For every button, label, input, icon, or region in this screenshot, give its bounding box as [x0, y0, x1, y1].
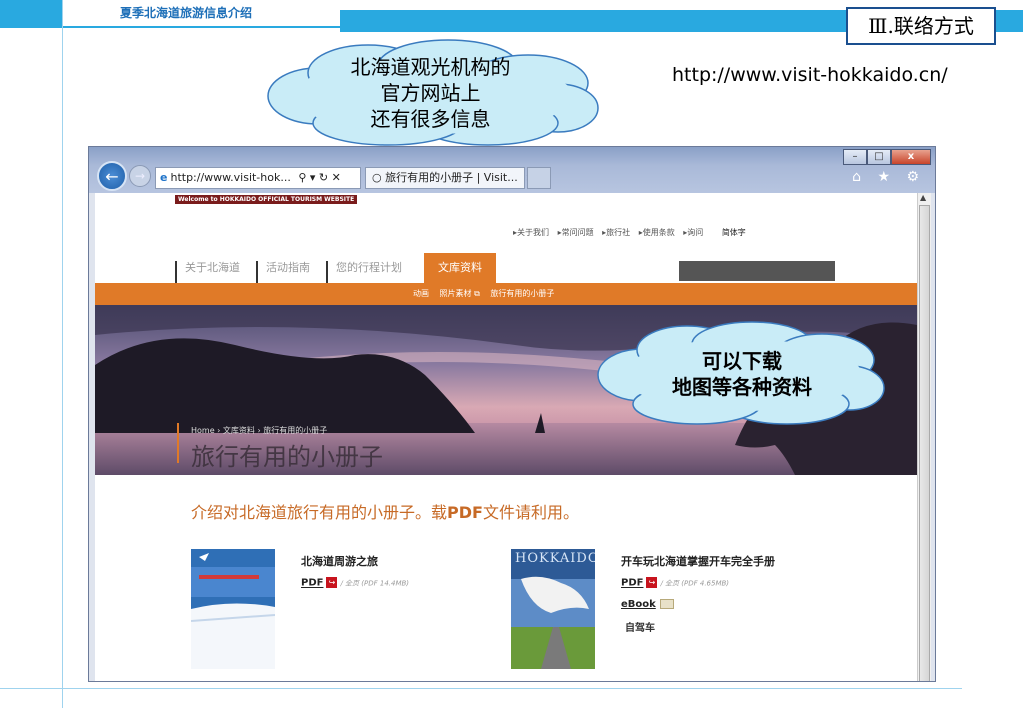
frame-vertical-line — [62, 0, 63, 708]
sub-nav-bar: 动画 照片素材 ⧉ 旅行有用的小册子 — [95, 283, 917, 305]
util-link[interactable]: ▸询问 — [683, 228, 703, 237]
site-search-box[interactable] — [679, 261, 835, 281]
callout-line: 官方网站上 — [380, 81, 481, 105]
intro-text: 介绍对北海道旅行有用的小册子。载PDF文件请利用。 — [191, 499, 579, 523]
minimize-button[interactable]: – — [843, 149, 867, 165]
section-label: Ⅲ.联络方式 — [846, 7, 996, 45]
new-tab-button[interactable] — [527, 167, 551, 189]
booklet-pdf-row: PDF ↪ / 全页 (PDF 4.65MB) — [621, 577, 729, 589]
ie-logo-icon: e — [160, 171, 168, 184]
booklet-item: 北海道周游之旅 PDF ↪ / 全页 (PDF 14.4MB) — [191, 549, 431, 673]
loading-icon: ○ — [372, 171, 386, 184]
address-text: http://www.visit-hok... — [170, 171, 291, 184]
nav-item[interactable]: 关于北海道 — [175, 261, 252, 283]
util-link[interactable]: ▸关于我们 — [513, 228, 549, 237]
sub-nav-item[interactable]: 照片素材 ⧉ — [440, 289, 480, 298]
language-link[interactable]: 简体字 — [722, 228, 746, 237]
callout-line: 可以下载 — [702, 349, 782, 373]
booklet-cover-image — [191, 549, 275, 669]
util-link[interactable]: ▸使用条款 — [639, 228, 675, 237]
callout-line: 还有很多信息 — [370, 107, 491, 131]
callout-line: 北海道观光机构的 — [350, 55, 511, 79]
window-controls: – □ x — [843, 149, 931, 165]
ebook-link[interactable]: eBook — [621, 599, 656, 610]
intro-pdf: PDF — [447, 503, 483, 522]
intro-before: 介绍对北海道旅行有用的小册子。载 — [191, 503, 448, 522]
booklet-cover[interactable] — [191, 549, 275, 669]
booklet-cover-text: HOKKAIDO — [515, 551, 595, 566]
info-callout-cloud: 北海道观光机构的 官方网站上 还有很多信息 — [258, 38, 603, 148]
hero-divider — [177, 423, 179, 463]
slide-header-title: 夏季北海道旅游信息介绍 — [62, 0, 340, 28]
scroll-thumb[interactable] — [919, 205, 930, 681]
maximize-button[interactable]: □ — [867, 149, 891, 165]
pdf-link[interactable]: PDF — [301, 578, 323, 589]
callout-line: 地图等各种资料 — [672, 375, 812, 399]
close-button[interactable]: x — [891, 149, 931, 165]
back-arrow-icon: ← — [105, 166, 119, 186]
website-url: http://www.visit-hokkaido.cn/ — [672, 64, 948, 86]
sub-nav-item[interactable]: 动画 — [413, 289, 429, 298]
booklet-cover[interactable]: HOKKAIDO — [511, 549, 595, 669]
main-nav: 关于北海道 活动指南 您的行程计划 文库资料 — [175, 251, 500, 283]
nav-item[interactable]: 您的行程计划 — [326, 261, 414, 283]
util-link[interactable]: ▸旅行社 — [602, 228, 630, 237]
browser-titlebar: – □ x ← → e http://www.visit-hok... ⚲ ▾ ↻… — [89, 147, 935, 193]
sub-nav-item[interactable]: 旅行有用的小册子 — [490, 289, 554, 298]
booklet-ebook-row: eBook — [621, 599, 674, 610]
back-button[interactable]: ← — [97, 161, 127, 191]
scroll-up-icon[interactable]: ▲ — [920, 193, 926, 202]
web-page-content: Welcome to HOKKAIDO OFFICIAL TOURISM WEB… — [95, 193, 917, 681]
booklet-title[interactable]: 开车玩北海道掌握开车完全手册 — [621, 553, 775, 569]
pdf-link[interactable]: PDF — [621, 578, 643, 589]
forward-arrow-icon: → — [134, 169, 146, 183]
booklet-cover-image — [511, 549, 595, 669]
sub-nav: 动画 照片素材 ⧉ 旅行有用的小册子 — [413, 283, 562, 305]
hero-title: 旅行有用的小册子 — [191, 443, 383, 471]
pdf-size-note: / 全页 (PDF 4.65MB) — [660, 579, 730, 588]
booklet-title[interactable]: 北海道周游之旅 — [301, 553, 378, 569]
nav-item[interactable]: 活动指南 — [256, 261, 322, 283]
address-bar[interactable]: e http://www.visit-hok... ⚲ ▾ ↻ ✕ — [155, 167, 361, 189]
booklet-item: HOKKAIDO 开车玩北海道掌握开车完全手册 PDF ↪ / 全页 (PDF 4.… — [511, 549, 831, 673]
utility-nav: ▸关于我们 ▸常问问题 ▸旅行社 ▸使用条款 ▸询问 简体字 — [513, 227, 752, 238]
tab-label: 旅行有用的小册子 | Visit... — [385, 171, 518, 184]
ebook-icon — [659, 599, 674, 609]
search-icon[interactable]: ⚲ ▾ ↻ ✕ — [298, 171, 341, 184]
intro-after: 文件请利用。 — [482, 503, 579, 522]
toolbar-icons[interactable]: ⌂ ★ ⚙ — [852, 169, 925, 185]
nav-item-active[interactable]: 文库资料 — [424, 253, 496, 283]
frame-bottom-line — [0, 688, 962, 689]
booklet-pdf-row: PDF ↪ / 全页 (PDF 14.4MB) — [301, 577, 409, 589]
vertical-scrollbar[interactable]: ▲ — [917, 193, 931, 681]
tab-active[interactable]: ○ 旅行有用的小册子 | Visit... × — [365, 167, 534, 189]
download-callout-cloud: 可以下载 地图等各种资料 — [592, 320, 892, 428]
breadcrumb[interactable]: Home › 文库资料 › 旅行有用的小册子 — [191, 425, 327, 436]
pdf-size-note: / 全页 (PDF 14.4MB) — [340, 579, 410, 588]
forward-button[interactable]: → — [129, 165, 151, 187]
booklet-extra-label[interactable]: 自驾车 — [625, 619, 655, 634]
header-bar-left — [0, 0, 62, 28]
pdf-icon: ↪ — [326, 577, 338, 588]
util-link[interactable]: ▸常问问题 — [558, 228, 594, 237]
site-banner[interactable]: Welcome to HOKKAIDO OFFICIAL TOURISM WEB… — [175, 195, 358, 204]
pdf-icon: ↪ — [646, 577, 658, 588]
